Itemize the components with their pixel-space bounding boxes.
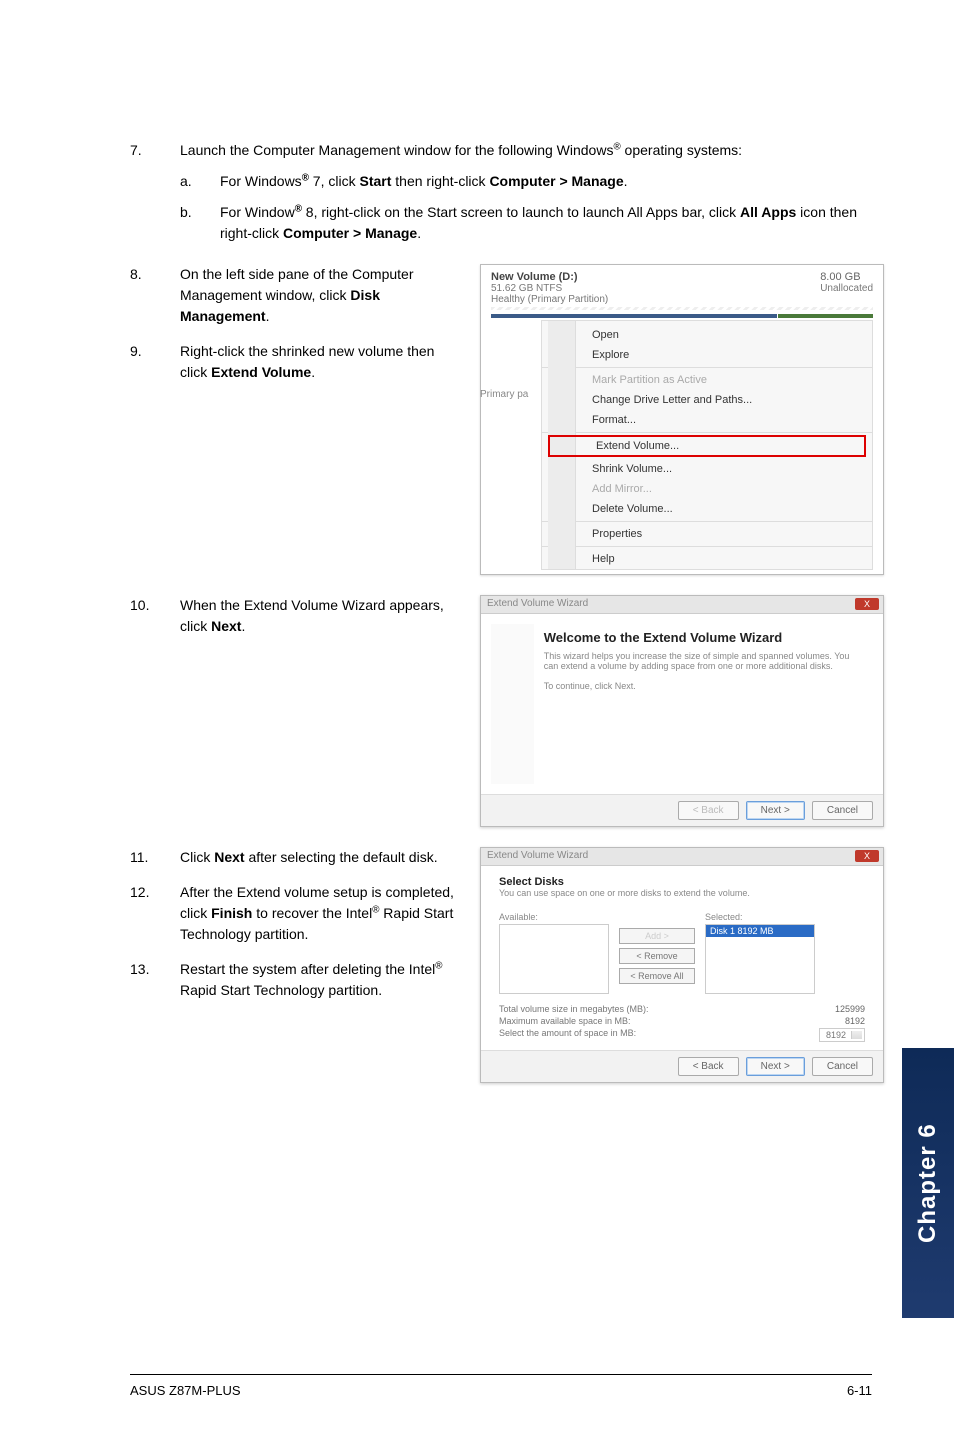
substep-letter: b.: [180, 202, 220, 244]
step-text: after selecting the default disk.: [245, 849, 438, 865]
substep-text: 7, click: [309, 173, 360, 189]
step-number: 7.: [130, 140, 180, 250]
back-button: < Back: [678, 801, 739, 820]
close-icon[interactable]: X: [855, 598, 879, 610]
screenshot-wizard-welcome: Extend Volume Wizard X Welcome to the Ex…: [480, 595, 884, 827]
cancel-button[interactable]: Cancel: [812, 1057, 873, 1076]
menu-explore[interactable]: Explore: [542, 345, 872, 365]
chapter-tab: Chapter 6: [902, 1048, 954, 1318]
add-button: Add >: [619, 928, 695, 944]
reg-mark: ®: [295, 203, 302, 214]
reg-mark: ®: [435, 960, 442, 971]
screenshot-context-menu: New Volume (D:) 51.62 GB NTFS Healthy (P…: [480, 264, 884, 575]
step-number: 8.: [130, 264, 180, 327]
step-bold: Next: [214, 849, 244, 865]
substep-bold: Start: [359, 173, 391, 189]
step-number: 11.: [130, 847, 180, 868]
step-text: Restart the system after deleting the In…: [180, 961, 435, 977]
menu-properties[interactable]: Properties: [542, 524, 872, 544]
menu-format[interactable]: Format...: [542, 410, 872, 430]
step-text: Launch the Computer Management window fo…: [180, 142, 613, 158]
menu-open[interactable]: Open: [542, 325, 872, 345]
screenshot-select-disks: Extend Volume Wizard X Select Disks You …: [480, 847, 884, 1083]
substep-bold: Computer > Manage: [283, 225, 417, 241]
menu-extend-volume[interactable]: Extend Volume...: [548, 435, 866, 457]
footer-page-number: 6-11: [847, 1383, 872, 1398]
next-button[interactable]: Next >: [746, 1057, 805, 1076]
step-text: operating systems:: [621, 142, 742, 158]
select-space-input[interactable]: 8192: [819, 1028, 865, 1042]
step-number: 10.: [130, 595, 180, 637]
cancel-button[interactable]: Cancel: [812, 801, 873, 820]
step-text: .: [241, 618, 245, 634]
unallocated-label: Unallocated: [820, 283, 873, 294]
step-bold: Extend Volume: [211, 364, 311, 380]
menu-change-drive-letter[interactable]: Change Drive Letter and Paths...: [542, 390, 872, 410]
volume-size: 51.62 GB NTFS: [491, 283, 608, 294]
step-bold: Finish: [211, 905, 252, 921]
select-space-label: Select the amount of space in MB:: [499, 1028, 636, 1042]
remove-button[interactable]: < Remove: [619, 948, 695, 964]
menu-shrink-volume[interactable]: Shrink Volume...: [542, 459, 872, 479]
unallocated-size: 8.00 GB: [820, 271, 873, 283]
step-number: 13.: [130, 959, 180, 1001]
step-number: 9.: [130, 341, 180, 383]
section-title: Select Disks: [499, 876, 865, 888]
selected-list[interactable]: Disk 1 8192 MB: [705, 924, 815, 994]
substep-text: then right-click: [391, 173, 489, 189]
step-text: .: [311, 364, 315, 380]
back-button[interactable]: < Back: [678, 1057, 739, 1076]
volume-title: New Volume (D:): [491, 271, 608, 283]
sidebar-label: Primary pa: [480, 389, 528, 400]
available-list[interactable]: [499, 924, 609, 994]
volume-status: Healthy (Primary Partition): [491, 294, 608, 305]
max-space-value: 8192: [845, 1016, 865, 1026]
substep-text: For Window: [220, 204, 295, 220]
menu-mark-active: Mark Partition as Active: [542, 370, 872, 390]
step-text: Click: [180, 849, 214, 865]
available-label: Available:: [499, 912, 609, 922]
substep-text: 8, right-click on the Start screen to la…: [302, 204, 740, 220]
max-space-label: Maximum available space in MB:: [499, 1016, 631, 1026]
wizard-continue: To continue, click Next.: [544, 681, 863, 691]
step-number: 12.: [130, 882, 180, 945]
wizard-description: This wizard helps you increase the size …: [544, 651, 863, 671]
substep-bold: Computer > Manage: [489, 173, 623, 189]
selected-label: Selected:: [705, 912, 815, 922]
step-text: Rapid Start Technology partition.: [180, 982, 382, 998]
context-menu: Primary pa Open Explore Mark Partition a…: [541, 320, 873, 570]
menu-add-mirror: Add Mirror...: [542, 479, 872, 499]
section-subtitle: You can use space on one or more disks t…: [499, 888, 865, 898]
total-size-label: Total volume size in megabytes (MB):: [499, 1004, 649, 1014]
substep-bold: All Apps: [740, 204, 796, 220]
dialog-title: Extend Volume Wizard: [487, 850, 588, 861]
menu-help[interactable]: Help: [542, 549, 872, 569]
selected-disk-row[interactable]: Disk 1 8192 MB: [706, 925, 814, 937]
wizard-title: Welcome to the Extend Volume Wizard: [544, 630, 863, 645]
substep-text: .: [417, 225, 421, 241]
next-button[interactable]: Next >: [746, 801, 805, 820]
total-size-value: 125999: [835, 1004, 865, 1014]
substep-text: .: [624, 173, 628, 189]
menu-delete-volume[interactable]: Delete Volume...: [542, 499, 872, 519]
remove-all-button[interactable]: < Remove All: [619, 968, 695, 984]
reg-mark: ®: [302, 172, 309, 183]
step-text: .: [266, 308, 270, 324]
footer-product: ASUS Z87M-PLUS: [130, 1383, 241, 1398]
step-text: to recover the Intel: [252, 905, 372, 921]
substep-text: For Windows: [220, 173, 302, 189]
substep-letter: a.: [180, 171, 220, 192]
dialog-title: Extend Volume Wizard: [487, 598, 588, 609]
close-icon[interactable]: X: [855, 850, 879, 862]
step-bold: Next: [211, 618, 241, 634]
reg-mark: ®: [613, 141, 620, 152]
